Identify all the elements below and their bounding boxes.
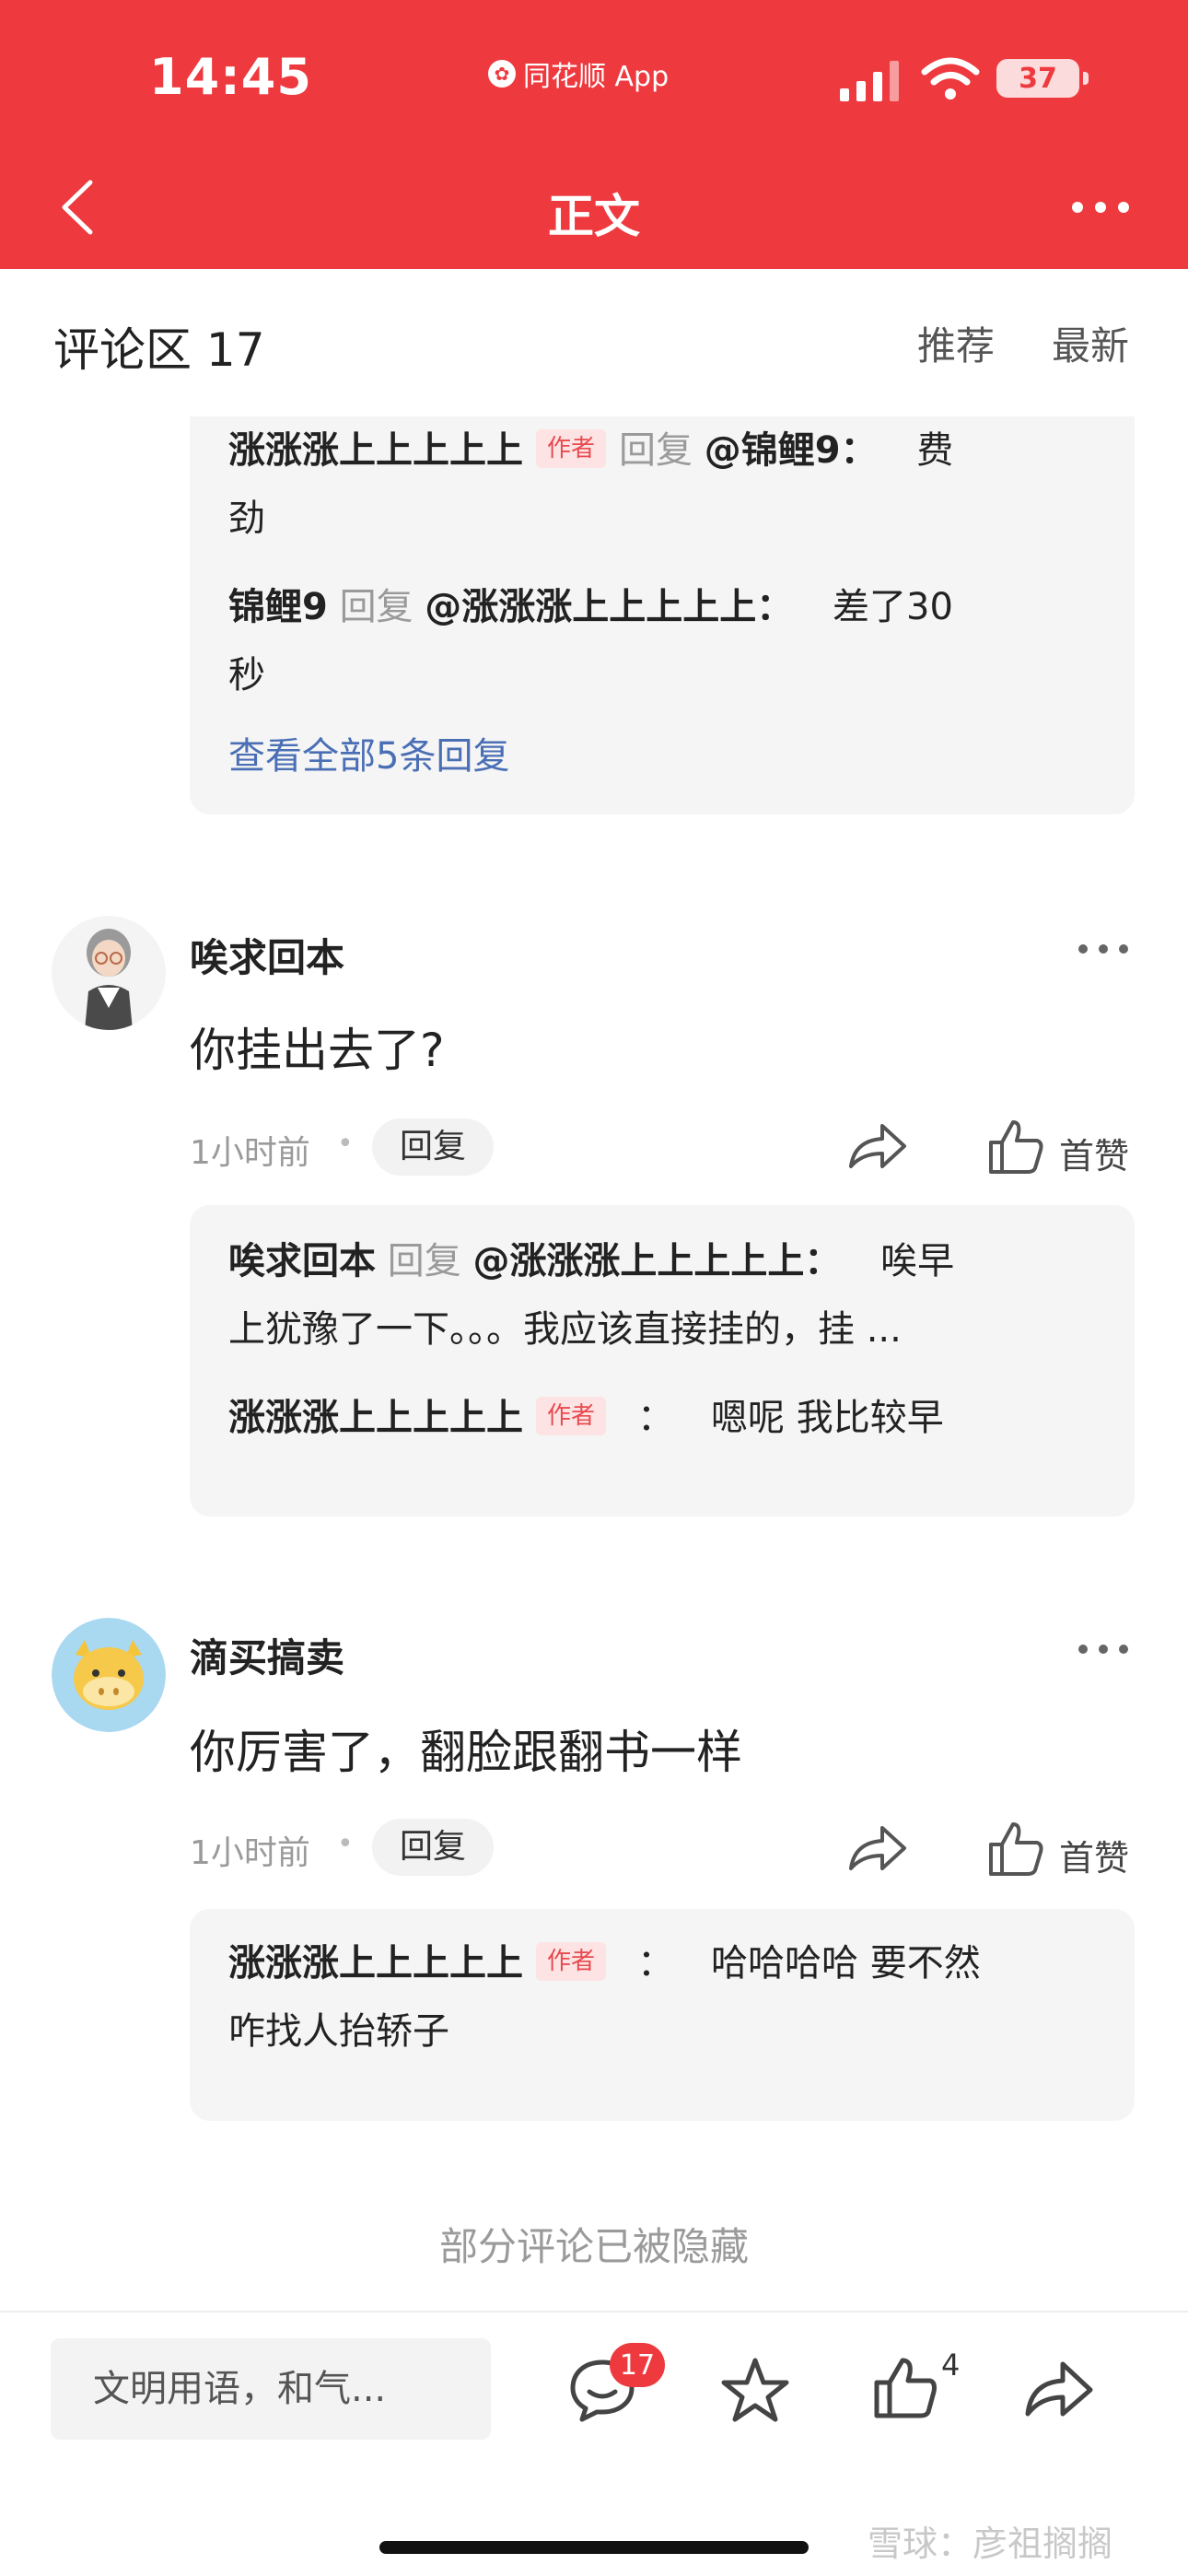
sort-tab-recommended[interactable]: 推荐 [917,315,995,371]
reply-text: 费 [916,429,954,472]
reply-separator: ： [637,1397,675,1439]
reply-word: 回复 [387,1240,461,1282]
status-app-indicator[interactable]: ✿ 同花顺 App [488,53,669,94]
author-badge: 作者 [536,1942,607,1981]
app-header: 14:45 ✿ 同花顺 App 37 正文 [0,0,1188,269]
thumbs-up-icon[interactable] [987,1821,1046,1878]
reply-box: 涨涨涨上上上上上 作者 回复 @锦鲤9： 费 劲 锦鲤9 回复 @涨涨涨上上上上上：… [190,416,1135,814]
author-badge: 作者 [536,1397,607,1435]
reply-text-continued: 秒 [228,654,265,697]
view-all-replies-link[interactable]: 查看全部5条回复 [228,726,509,779]
wifi-icon [921,57,980,100]
status-app-label: 同花顺 App [523,61,670,93]
battery-indicator: 37 [996,59,1089,98]
reply-item[interactable]: 唉求回本 回复 @涨涨涨上上上上上： 唉早 上犹豫了一下。。。我应该直接挂的，挂… [228,1227,1098,1364]
comment-text: 你厉害了，翻脸跟翻书一样 [190,1726,742,1779]
reply-target[interactable]: @涨涨涨上上上上上： [472,1240,841,1282]
sort-tab-latest[interactable]: 最新 [1052,315,1129,371]
avatar[interactable] [52,916,166,1030]
page-title: 正文 [548,190,640,243]
more-dots-icon[interactable] [1076,1640,1131,1658]
reply-author-name[interactable]: 涨涨涨上上上上上 [228,1942,523,1985]
hidden-comments-note: 部分评论已被隐藏 [438,2224,749,2269]
reply-box: 唉求回本 回复 @涨涨涨上上上上上： 唉早 上犹豫了一下。。。我应该直接挂的，挂… [190,1205,1135,1516]
reply-target[interactable]: @锦鲤9： [705,429,878,472]
thumbs-up-icon[interactable] [873,2355,939,2421]
status-time: 14:45 [149,48,312,106]
comment-time: 1小时前 [190,1834,310,1872]
reply-box: 涨涨涨上上上上上 作者 ： 哈哈哈哈 要不然 咋找人抬轿子 [190,1909,1135,2121]
reply-author-name[interactable]: 涨涨涨上上上上上 [228,429,523,472]
thumbs-up-icon[interactable] [987,1118,1046,1176]
reply-target[interactable]: @涨涨涨上上上上上： [425,586,793,628]
comment-count-badge: 17 [610,2343,665,2387]
reply-text-continued: 劲 [228,498,265,540]
home-indicator[interactable] [379,2541,809,2554]
reply-word: 回复 [619,429,693,472]
comment-text: 你挂出去了? [190,1024,445,1077]
reply-text: 唉早 [880,1240,955,1282]
comment-input[interactable]: 文明用语，和气... [51,2338,491,2440]
more-dots-icon[interactable] [1068,184,1133,230]
reply-text-continued: 咋找人抬轿子 [228,2010,449,2053]
app-logo-icon: ✿ [488,60,516,88]
comment-username[interactable]: 唉求回本 [190,927,344,983]
share-arrow-icon[interactable] [845,1118,910,1174]
reply-author-name[interactable]: 涨涨涨上上上上上 [228,1397,523,1439]
star-icon[interactable] [720,2357,790,2423]
reply-text: 嗯呢 我比较早 [711,1397,944,1439]
reply-item[interactable]: 涨涨涨上上上上上 作者 ： 哈哈哈哈 要不然 咋找人抬轿子 [228,1929,1098,2066]
reply-text: 差了30 [833,586,953,628]
reply-item[interactable]: 涨涨涨上上上上上 作者 ： 嗯呢 我比较早 [228,1384,1098,1452]
reply-author-name[interactable]: 锦鲤9 [228,586,328,628]
watermark: 雪球：彦祖搁搁 [868,2523,1113,2564]
comment-time: 1小时前 [190,1134,310,1172]
like-label[interactable]: 首赞 [1059,1128,1129,1178]
like-count: 4 [941,2348,961,2383]
reply-separator: ： [637,1942,675,1985]
share-arrow-icon[interactable] [1022,2357,1096,2421]
avatar-cow-icon [52,1618,166,1732]
more-dots-icon[interactable] [1076,940,1131,958]
comment-username[interactable]: 滴买搞卖 [190,1627,344,1683]
reply-button[interactable]: 回复 [372,1118,495,1176]
share-arrow-icon[interactable] [845,1821,910,1876]
separator-dot: • [337,1828,354,1860]
bottom-divider [0,2311,1188,2313]
avatar[interactable] [52,1618,166,1732]
reply-text-continued: 上犹豫了一下。。。我应该直接挂的，挂 ... [228,1308,902,1351]
signal-icon [840,61,899,101]
reply-item[interactable]: 涨涨涨上上上上上 作者 回复 @锦鲤9： 费 劲 [228,416,1098,553]
comments-section-title: 评论区 17 [53,323,265,377]
reply-item[interactable]: 锦鲤9 回复 @涨涨涨上上上上上： 差了30 秒 [228,573,1098,709]
reply-author-name[interactable]: 唉求回本 [228,1240,376,1282]
like-label[interactable]: 首赞 [1059,1830,1129,1880]
reply-button[interactable]: 回复 [372,1819,495,1876]
avatar-person-icon [52,916,166,1030]
reply-text: 哈哈哈哈 要不然 [711,1942,981,1985]
separator-dot: • [337,1128,354,1160]
author-badge: 作者 [536,429,607,468]
reply-word: 回复 [339,586,413,628]
